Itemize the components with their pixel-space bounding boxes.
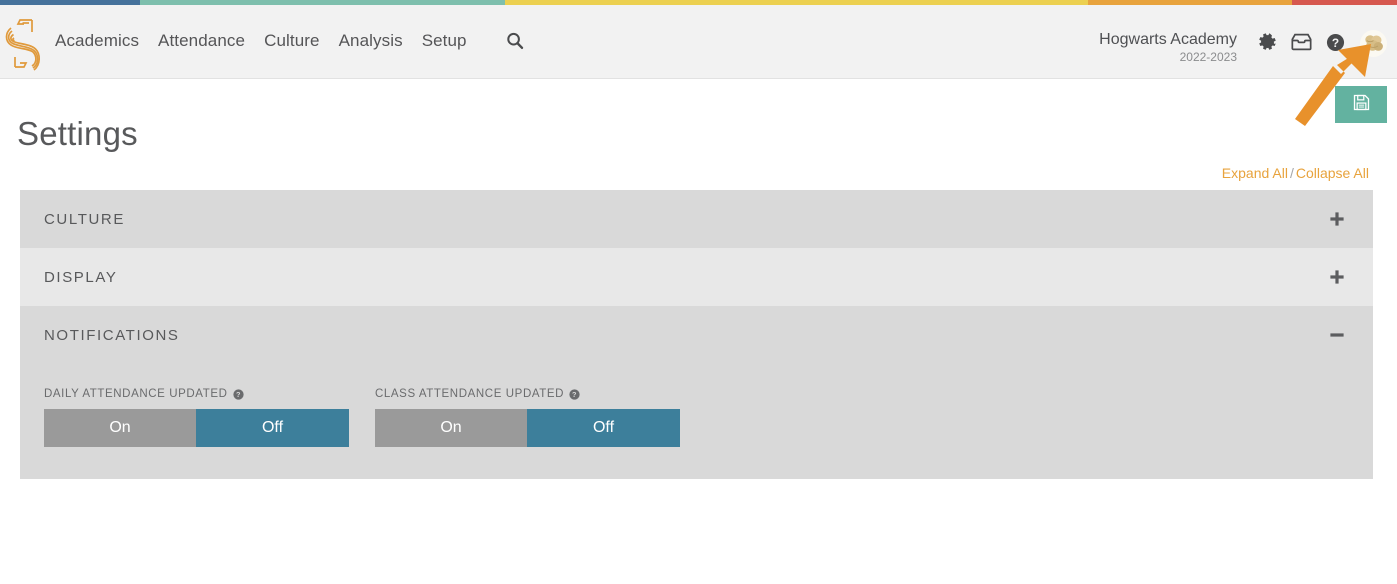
panel-notifications: NOTIFICATIONS DAILY ATTENDANCE UPDATED ?… — [20, 306, 1373, 479]
toggle-class-attendance-on[interactable]: On — [375, 409, 527, 447]
toggle-daily-attendance-on[interactable]: On — [44, 409, 196, 447]
panel-culture: CULTURE — [20, 190, 1373, 248]
toggle-daily-attendance-updated: On Off — [44, 409, 349, 447]
save-floppy-icon — [1353, 94, 1370, 116]
expand-collapse-separator: / — [1289, 165, 1294, 181]
svg-text:?: ? — [236, 390, 241, 399]
search-icon[interactable] — [506, 32, 524, 50]
panel-culture-title: CULTURE — [44, 210, 125, 228]
svg-text:?: ? — [572, 390, 577, 399]
toggle-class-attendance-off[interactable]: Off — [527, 409, 680, 447]
plus-icon[interactable] — [1329, 211, 1345, 227]
field-daily-attendance-updated-label: DAILY ATTENDANCE UPDATED ? — [44, 388, 349, 400]
user-avatar[interactable] — [1360, 30, 1387, 57]
page-title: Settings — [17, 115, 138, 152]
help-icon[interactable]: ? — [1326, 27, 1345, 52]
gear-icon[interactable] — [1258, 27, 1277, 52]
nav-item-attendance[interactable]: Attendance — [158, 31, 264, 51]
panel-notifications-title: NOTIFICATIONS — [44, 326, 180, 344]
app-logo-icon[interactable] — [2, 15, 44, 73]
nav-item-setup[interactable]: Setup — [422, 31, 486, 51]
nav-item-culture[interactable]: Culture — [264, 31, 339, 51]
save-button[interactable] — [1335, 86, 1387, 123]
school-year: 2022-2023 — [1179, 50, 1237, 64]
nav-item-academics[interactable]: Academics — [55, 31, 158, 51]
field-class-attendance-updated: CLASS ATTENDANCE UPDATED ? On Off — [375, 388, 680, 447]
panel-display-header[interactable]: DISPLAY — [20, 248, 1373, 306]
school-name: Hogwarts Academy — [1099, 31, 1237, 48]
help-circle-icon[interactable]: ? — [232, 388, 244, 400]
expand-collapse-row: Expand All / Collapse All — [1222, 165, 1369, 181]
school-info: Hogwarts Academy 2022-2023 — [1099, 27, 1237, 66]
app-header: Academics Attendance Culture Analysis Se… — [0, 5, 1397, 79]
nav-item-analysis[interactable]: Analysis — [339, 31, 422, 51]
plus-icon[interactable] — [1329, 269, 1345, 285]
panel-display: DISPLAY — [20, 248, 1373, 306]
field-daily-attendance-updated-text: DAILY ATTENDANCE UPDATED — [44, 388, 228, 400]
panel-culture-header[interactable]: CULTURE — [20, 190, 1373, 248]
field-class-attendance-updated-label: CLASS ATTENDANCE UPDATED ? — [375, 388, 680, 400]
help-circle-icon[interactable]: ? — [569, 388, 580, 400]
field-class-attendance-updated-text: CLASS ATTENDANCE UPDATED — [375, 388, 565, 400]
field-daily-attendance-updated: DAILY ATTENDANCE UPDATED ? On Off — [44, 388, 349, 447]
inbox-icon[interactable] — [1291, 27, 1312, 51]
settings-panel-list: CULTURE DISPLAY NOTIFICATIONS DAILY ATTE… — [20, 190, 1373, 479]
svg-text:?: ? — [1332, 36, 1339, 50]
expand-all-link[interactable]: Expand All — [1222, 165, 1288, 181]
header-right-cluster: Hogwarts Academy 2022-2023 ? — [1099, 27, 1387, 66]
minus-icon[interactable] — [1329, 327, 1345, 343]
collapse-all-link[interactable]: Collapse All — [1296, 165, 1369, 181]
panel-notifications-body: DAILY ATTENDANCE UPDATED ? On Off CLASS … — [20, 364, 1373, 479]
toggle-class-attendance-updated: On Off — [375, 409, 680, 447]
notification-field-row: DAILY ATTENDANCE UPDATED ? On Off CLASS … — [44, 388, 1349, 447]
panel-notifications-header[interactable]: NOTIFICATIONS — [20, 306, 1373, 364]
toggle-daily-attendance-off[interactable]: Off — [196, 409, 349, 447]
main-navigation: Academics Attendance Culture Analysis Se… — [55, 31, 524, 51]
panel-display-title: DISPLAY — [44, 268, 118, 286]
